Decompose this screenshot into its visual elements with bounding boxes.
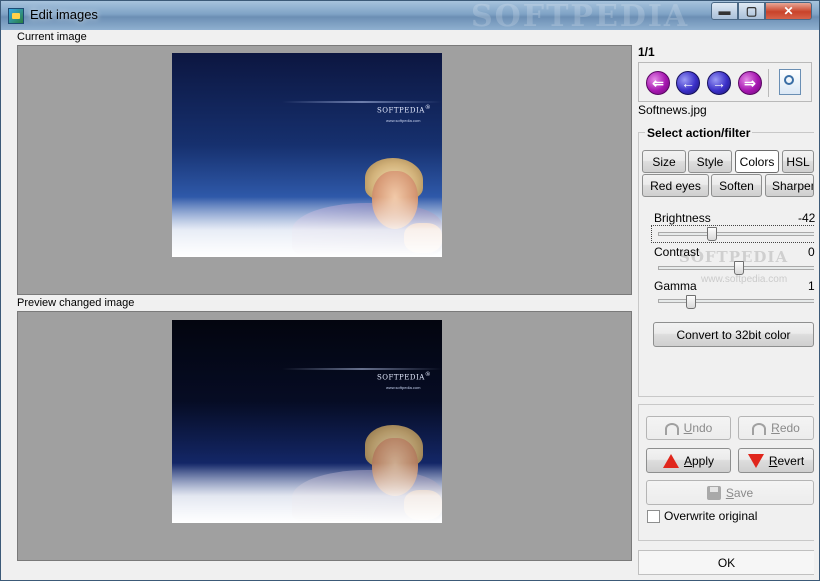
redo-icon: [752, 423, 767, 435]
close-button[interactable]: ✕: [765, 2, 812, 20]
tab-soften[interactable]: Soften: [711, 174, 762, 197]
next-image-button[interactable]: →: [707, 71, 731, 95]
apply-button[interactable]: Apply: [646, 448, 731, 473]
preview-image: SOFTPEDIA® www.softpedia.com: [172, 320, 442, 523]
softpedia-watermark: SOFTPEDIA: [679, 248, 789, 266]
edit-images-window: SOFTPEDIA Edit images ▬ ▢ ✕ Current imag…: [0, 0, 820, 581]
toolbar-separator: [768, 69, 769, 97]
save-button[interactable]: Save: [646, 480, 814, 505]
maximize-button[interactable]: ▢: [738, 2, 765, 20]
undo-button[interactable]: Undo: [646, 416, 731, 440]
gamma-label: Gamma: [654, 279, 697, 293]
current-image-label: Current image: [17, 31, 87, 43]
preview-image-label: Preview changed image: [17, 297, 135, 309]
softpedia-watermark-url: www.softpedia.com: [701, 274, 788, 285]
tab-red-eyes[interactable]: Red eyes: [642, 174, 709, 197]
first-image-button[interactable]: ⇐: [646, 71, 670, 95]
contrast-value: 0: [808, 245, 815, 259]
app-icon: [8, 8, 24, 24]
light-streak: [282, 368, 442, 370]
image-brand-text: SOFTPEDIA®: [377, 105, 432, 115]
ok-button[interactable]: OK: [638, 550, 814, 575]
tab-size[interactable]: Size: [642, 150, 686, 173]
current-image-pane: SOFTPEDIA® www.softpedia.com: [17, 45, 632, 295]
window-title: Edit images: [30, 7, 98, 22]
current-image: SOFTPEDIA® www.softpedia.com: [172, 53, 442, 257]
tab-hsl[interactable]: HSL: [782, 150, 814, 173]
gamma-slider-thumb[interactable]: [686, 295, 696, 309]
arrow-up-icon: [662, 453, 679, 468]
gamma-value: 1: [808, 279, 815, 293]
image-brand-text: SOFTPEDIA®: [377, 372, 432, 382]
filename-label: Softnews.jpg: [638, 103, 707, 117]
gamma-slider-track[interactable]: [658, 299, 814, 303]
tab-style[interactable]: Style: [688, 150, 732, 173]
arrow-down-icon: [747, 453, 764, 468]
brightness-slider-track[interactable]: [658, 232, 814, 236]
save-icon: [706, 485, 721, 500]
title-watermark: SOFTPEDIA: [471, 0, 690, 34]
image-url-text: www.softpedia.com: [386, 118, 421, 123]
brightness-label: Brightness: [654, 211, 711, 225]
tab-colors[interactable]: Colors: [735, 150, 779, 173]
last-image-button[interactable]: ⇒: [738, 71, 762, 95]
image-counter: 1/1: [638, 45, 655, 59]
image-url-text: www.softpedia.com: [386, 385, 421, 390]
brightness-value: -42: [798, 211, 816, 225]
redo-button[interactable]: Redo: [738, 416, 814, 440]
photo-foam: [172, 197, 442, 257]
convert-32bit-button[interactable]: Convert to 32bit color: [653, 322, 814, 347]
title-bar[interactable]: SOFTPEDIA Edit images ▬ ▢ ✕: [1, 0, 819, 34]
photo-foam: [172, 463, 442, 523]
previous-image-button[interactable]: ←: [676, 71, 700, 95]
zoom-icon[interactable]: [779, 69, 801, 95]
brightness-slider-thumb[interactable]: [707, 227, 717, 241]
minimize-button[interactable]: ▬: [711, 2, 738, 20]
overwrite-original-label: Overwrite original: [664, 509, 758, 523]
tab-sharpen[interactable]: Sharpen: [765, 174, 814, 197]
undo-icon: [664, 423, 679, 435]
light-streak: [282, 101, 442, 103]
filter-group-title: Select action/filter: [645, 126, 753, 140]
navigation-toolbar: ⇐ ← → ⇒: [638, 62, 812, 102]
preview-image-pane: SOFTPEDIA® www.softpedia.com: [17, 311, 632, 561]
overwrite-original-checkbox[interactable]: [647, 510, 660, 523]
revert-button[interactable]: Revert: [738, 448, 814, 473]
